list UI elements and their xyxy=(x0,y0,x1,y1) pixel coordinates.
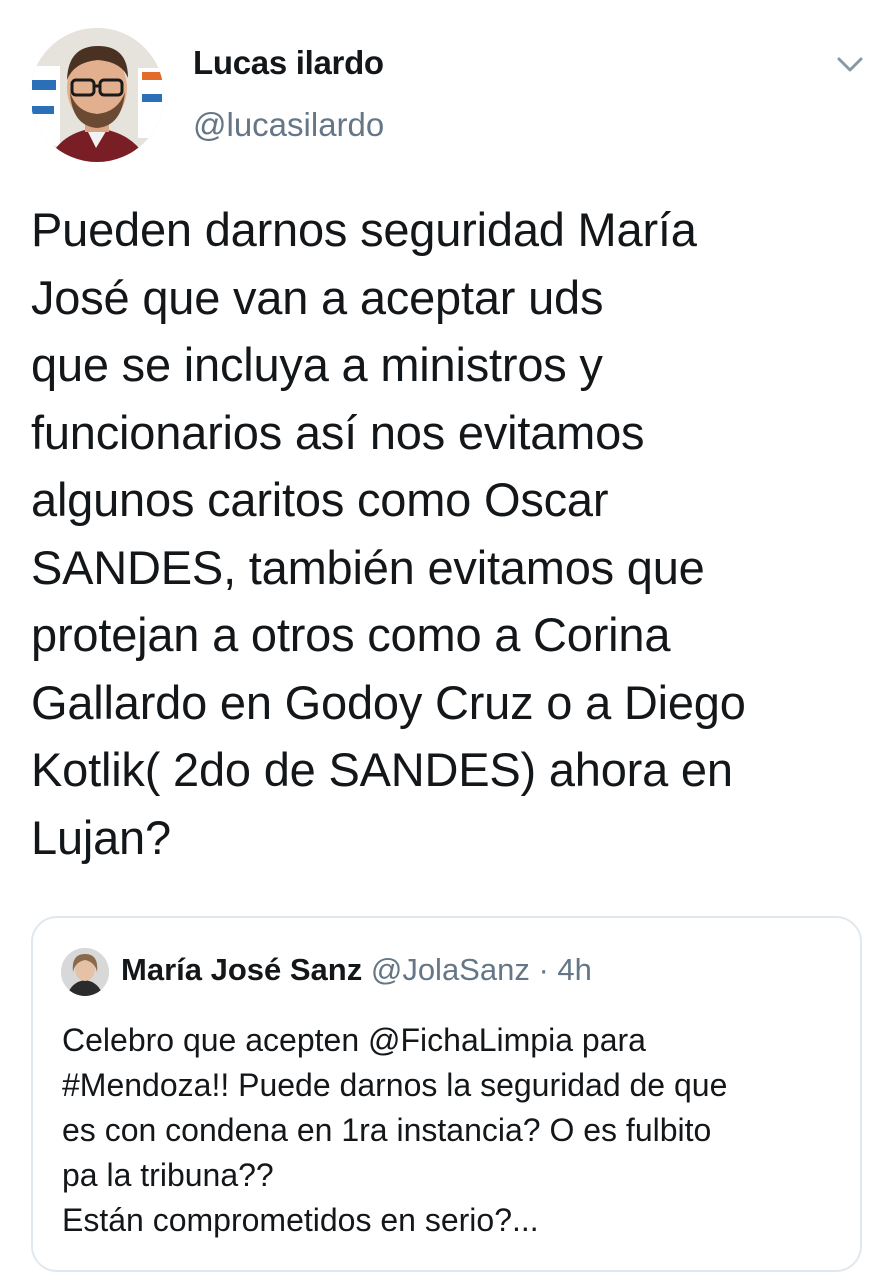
quoted-tweet-card[interactable]: María José Sanz @JolaSanz · 4h Celebro q… xyxy=(31,916,862,1272)
quoted-author-handle[interactable]: @JolaSanz xyxy=(371,952,530,987)
tweet-menu-button[interactable] xyxy=(834,50,866,78)
header-separator: · xyxy=(538,952,549,987)
chevron-down-icon xyxy=(837,57,863,72)
quoted-tweet-text: Celebro que acepten @FichaLimpia para #M… xyxy=(62,1022,728,1238)
quoted-tweet-time[interactable]: 4h xyxy=(557,952,591,987)
avatar-photo xyxy=(61,948,109,996)
quoted-tweet-header: María José Sanz @JolaSanz · 4h xyxy=(121,952,592,988)
author-avatar[interactable] xyxy=(30,28,164,162)
quoted-author-avatar[interactable] xyxy=(61,948,109,996)
author-name[interactable]: Lucas ilardo xyxy=(193,44,384,82)
tweet-text: Pueden darnos seguridad María José que v… xyxy=(31,203,746,864)
tweet: Lucas ilardo @lucasilardo Pueden darnos … xyxy=(0,0,893,1280)
author-handle[interactable]: @lucasilardo xyxy=(193,106,384,144)
quoted-author-name[interactable]: María José Sanz xyxy=(121,952,362,987)
avatar-photo xyxy=(30,28,164,162)
